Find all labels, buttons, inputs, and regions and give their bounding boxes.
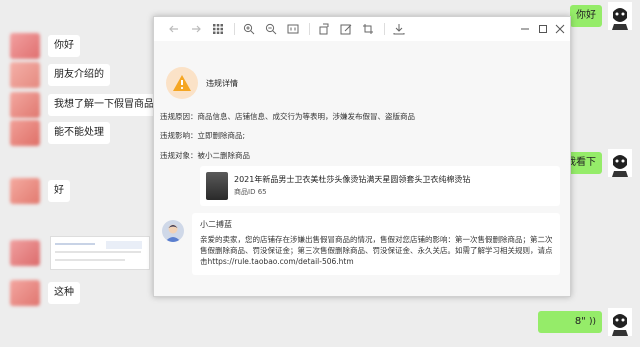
zoom-in-icon[interactable] xyxy=(239,19,259,39)
message-bubble: 能不能处理 xyxy=(48,122,110,144)
product-card: 2021年新品男士卫衣美杜莎头像烫钻满天星圆领套头卫衣纯棉烫钻 商品ID 65 xyxy=(200,166,560,206)
page-title: 违规详情 xyxy=(206,79,238,88)
zoom-out-icon[interactable] xyxy=(261,19,281,39)
outgoing-message: 你好 xyxy=(570,2,632,30)
incoming-message: 这种 xyxy=(10,280,80,306)
incoming-message: 朋友介绍的 xyxy=(10,62,110,88)
contact-avatar[interactable] xyxy=(10,120,40,146)
back-arrow-icon[interactable] xyxy=(164,19,184,39)
grid-icon[interactable] xyxy=(208,19,228,39)
toolbar-divider xyxy=(309,23,310,35)
violation-detail-image: 违规详情 违规原因：商品信息、店铺信息、成交行为等表明，涉嫌发布假冒、盗版商品 … xyxy=(154,41,570,296)
actual-size-icon[interactable] xyxy=(283,19,303,39)
self-avatar[interactable] xyxy=(608,308,632,336)
message-bubble: 这种 xyxy=(48,282,80,304)
image-viewer-window: 违规详情 违规原因：商品信息、店铺信息、成交行为等表明，涉嫌发布假冒、盗版商品 … xyxy=(153,16,571,297)
object-label: 违规对象： xyxy=(160,151,198,160)
incoming-message: 我想了解一下假冒商品 xyxy=(10,92,160,118)
violation-reason: 违规原因：商品信息、店铺信息、成交行为等表明，涉嫌发布假冒、盗版商品 xyxy=(160,111,415,122)
contact-avatar[interactable] xyxy=(10,33,40,59)
contact-avatar[interactable] xyxy=(10,92,40,118)
impact-label: 违规影响： xyxy=(160,131,198,140)
product-id-label: 商品ID xyxy=(234,188,256,196)
minimize-icon[interactable] xyxy=(516,20,534,38)
voice-wave-icon: )) xyxy=(588,317,596,327)
violation-object: 违规对象：被小二删除商品 xyxy=(160,150,250,161)
message-bubble: 你好 xyxy=(48,35,80,57)
voice-message[interactable]: 8" )) xyxy=(538,311,602,333)
message-bubble: 好 xyxy=(48,180,70,202)
product-id: 商品ID 65 xyxy=(234,187,267,197)
object-text: 被小二删除商品 xyxy=(197,151,251,160)
product-thumbnail xyxy=(206,172,228,200)
forward-arrow-icon[interactable] xyxy=(186,19,206,39)
rotate-icon[interactable] xyxy=(314,19,334,39)
product-name: 2021年新品男士卫衣美杜莎头像烫钻满天星圆领套头卫衣纯棉烫钻 xyxy=(234,175,471,184)
incoming-message: 好 xyxy=(10,178,70,204)
self-avatar[interactable] xyxy=(608,2,632,30)
self-avatar[interactable] xyxy=(608,149,632,177)
message-bubble: 你好 xyxy=(570,5,602,27)
message-bubble: 我想了解一下假冒商品 xyxy=(48,94,160,116)
maximize-icon[interactable] xyxy=(534,20,552,38)
contact-avatar[interactable] xyxy=(10,178,40,204)
product-id-value: 65 xyxy=(257,188,267,196)
incoming-message xyxy=(10,236,150,270)
viewer-toolbar xyxy=(154,17,570,41)
contact-avatar[interactable] xyxy=(10,240,40,266)
impact-text: 立即删除商品; xyxy=(197,131,246,140)
edit-icon[interactable] xyxy=(336,19,356,39)
close-icon[interactable] xyxy=(551,20,569,38)
reason-text: 商品信息、店铺信息、成交行为等表明，涉嫌发布假冒、盗版商品 xyxy=(197,112,416,121)
outgoing-message: 8" )) xyxy=(538,308,632,336)
agent-message: 小二搏蓝 亲爱的卖家，您的店铺存在涉嫌出售假冒商品的情况，售假对您店铺的影响：第… xyxy=(192,213,560,275)
agent-name: 小二搏蓝 xyxy=(200,220,232,229)
contact-avatar[interactable] xyxy=(10,62,40,88)
image-message-thumbnail[interactable] xyxy=(50,236,150,270)
incoming-message: 能不能处理 xyxy=(10,120,110,146)
contact-avatar[interactable] xyxy=(10,280,40,306)
agent-avatar xyxy=(162,220,184,242)
agent-message-text: 亲爱的卖家，您的店铺存在涉嫌出售假冒商品的情况，售假对您店铺的影响：第一次售假删… xyxy=(200,235,553,266)
violation-impact: 违规影响：立即删除商品; xyxy=(160,130,245,141)
toolbar-divider xyxy=(384,23,385,35)
reason-label: 违规原因： xyxy=(160,112,198,121)
warning-icon xyxy=(166,67,198,99)
toolbar-divider xyxy=(234,23,235,35)
crop-icon[interactable] xyxy=(358,19,378,39)
voice-duration: 8" xyxy=(574,316,586,327)
message-bubble: 朋友介绍的 xyxy=(48,64,110,86)
incoming-message: 你好 xyxy=(10,33,80,59)
download-icon[interactable] xyxy=(389,19,409,39)
